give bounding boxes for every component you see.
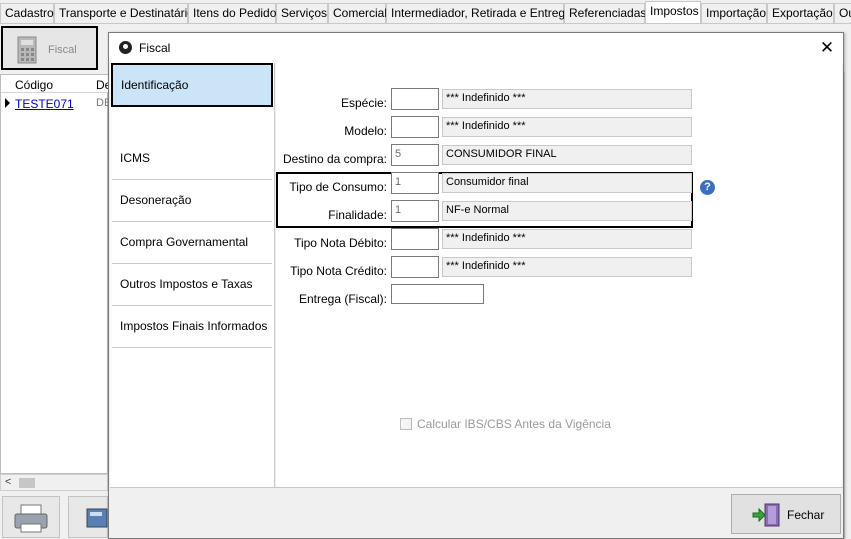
finalidade-label: Finalidade: [328, 208, 387, 222]
especie-code-input[interactable] [391, 88, 439, 110]
calcular-ibs-label: Calcular IBS/CBS Antes da Vigência [417, 417, 611, 431]
background-bottom-toolbar [0, 493, 108, 539]
print-button[interactable] [2, 496, 60, 538]
fechar-button[interactable]: Fechar [731, 494, 841, 534]
sidebar-item-impostos-finais[interactable]: Impostos Finais Informados [112, 306, 272, 348]
destino-compra-description: CONSUMIDOR FINAL [442, 145, 692, 165]
finalidade-description: NF-e Normal [442, 201, 692, 221]
identificacao-panel: Espécie: *** Indefinido *** Modelo: *** … [276, 63, 842, 487]
tipo-nota-credito-description: *** Indefinido *** [442, 257, 692, 277]
tab-impostos[interactable]: Impostos [645, 1, 701, 23]
cash-register-icon [86, 508, 108, 528]
sidebar-item-identificacao[interactable]: Identificação [111, 63, 273, 107]
tab-exportacao[interactable]: Exportação [767, 3, 834, 23]
dialog-titlebar[interactable]: Fiscal ✕ [109, 33, 843, 63]
modelo-label: Modelo: [344, 124, 387, 138]
destino-compra-code-input[interactable]: 5 [391, 144, 439, 166]
tab-transporte[interactable]: Transporte e Destinatário [54, 3, 194, 23]
finalidade-code-input[interactable]: 1 [391, 200, 439, 222]
tab-cadastro[interactable]: Cadastro [0, 3, 54, 23]
grid-header-codigo[interactable]: Código [15, 78, 53, 92]
main-tab-bar: Cadastro Transporte e Destinatário Itens… [0, 0, 851, 24]
row-pointer-icon [5, 98, 10, 108]
destino-compra-label: Destino da compra: [282, 152, 387, 166]
sidebar-item-desoneracao[interactable]: Desoneração [112, 180, 272, 222]
tipo-nota-debito-label: Tipo Nota Débito: [294, 236, 387, 250]
tipo-nota-debito-code-input[interactable] [391, 228, 439, 250]
orders-grid: Código De TESTE071 DE [0, 74, 111, 474]
background-right-edge [844, 72, 851, 539]
fiscal-dialog: Fiscal ✕ Identificação ICMS Desoneração … [108, 32, 844, 539]
dialog-sidebar: Identificação ICMS Desoneração Compra Go… [110, 63, 275, 487]
calcular-ibs-checkbox[interactable] [400, 418, 412, 430]
tab-intermediador[interactable]: Intermediador, Retirada e Entrega [386, 3, 572, 23]
tab-outros[interactable]: Ou [834, 3, 851, 23]
scroll-thumb[interactable] [19, 478, 35, 488]
tab-referenciadas[interactable]: Referenciadas [564, 3, 646, 23]
table-row[interactable]: TESTE071 DE [1, 94, 111, 112]
app-icon [119, 41, 132, 54]
dialog-footer: Fechar [110, 487, 843, 538]
modelo-code-input[interactable] [391, 116, 439, 138]
help-icon[interactable]: ? [700, 180, 715, 195]
sidebar-item-outros-impostos[interactable]: Outros Impostos e Taxas [112, 264, 272, 306]
especie-description: *** Indefinido *** [442, 89, 692, 109]
tab-servicos[interactable]: Serviços [276, 3, 328, 23]
tipo-consumo-description: Consumidor final [442, 173, 692, 193]
grid-header: Código De [1, 75, 111, 93]
fiscal-toolbar-button[interactable]: Fiscal [1, 26, 98, 70]
row-code-link[interactable]: TESTE071 [15, 97, 74, 111]
close-icon[interactable]: ✕ [813, 35, 841, 61]
calculator-icon [17, 36, 37, 64]
fiscal-button-label: Fiscal [48, 44, 77, 56]
fechar-label: Fechar [787, 508, 825, 522]
tab-importacao[interactable]: Importação [701, 3, 767, 23]
exit-door-icon [752, 503, 780, 527]
modelo-description: *** Indefinido *** [442, 117, 692, 137]
cash-register-button[interactable] [68, 496, 108, 538]
scroll-left-icon[interactable]: < [5, 476, 11, 488]
tab-itens-pedido[interactable]: Itens do Pedido [188, 3, 276, 23]
entrega-input[interactable] [391, 284, 484, 304]
tipo-consumo-label: Tipo de Consumo: [289, 180, 387, 194]
printer-icon [14, 504, 48, 533]
dialog-title: Fiscal [139, 41, 171, 55]
grid-horizontal-scrollbar[interactable]: < [0, 474, 108, 491]
tipo-nota-debito-description: *** Indefinido *** [442, 229, 692, 249]
entrega-label: Entrega (Fiscal): [298, 292, 387, 306]
sidebar-item-icms[interactable]: ICMS [112, 138, 272, 180]
sidebar-item-compra-governamental[interactable]: Compra Governamental [112, 222, 272, 264]
tab-comercial[interactable]: Comercial [328, 3, 387, 23]
tipo-nota-credito-code-input[interactable] [391, 256, 439, 278]
especie-label: Espécie: [340, 96, 387, 110]
tipo-consumo-code-input[interactable]: 1 [391, 172, 439, 194]
tipo-nota-credito-label: Tipo Nota Crédito: [290, 264, 387, 278]
